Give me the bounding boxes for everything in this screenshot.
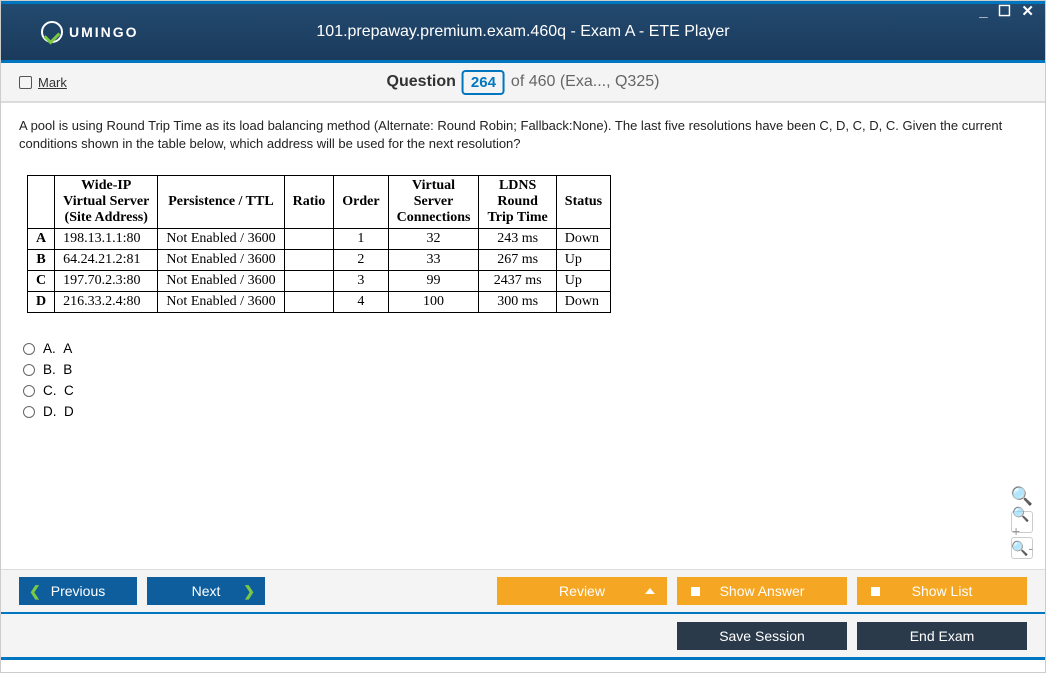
footer-nav: ❮ Previous Next ❯ Review Show Answer Sho… bbox=[1, 569, 1045, 614]
answer-letter: B. bbox=[43, 362, 63, 377]
th-addr: Wide-IPVirtual Server(Site Address) bbox=[55, 176, 158, 229]
review-button[interactable]: Review bbox=[497, 577, 667, 605]
show-list-label: Show List bbox=[912, 583, 973, 599]
zoom-in-icon[interactable]: 🔍+ bbox=[1011, 511, 1033, 533]
triangle-up-icon bbox=[645, 588, 655, 594]
question-text: A pool is using Round Trip Time as its l… bbox=[19, 117, 1027, 153]
square-icon bbox=[691, 587, 700, 596]
th-rtt: LDNSRoundTrip Time bbox=[479, 176, 556, 229]
zoom-out-icon[interactable]: 🔍- bbox=[1011, 537, 1033, 559]
app-title: 101.prepaway.premium.exam.460q - Exam A … bbox=[316, 23, 729, 41]
answer-option[interactable]: D. D bbox=[23, 404, 1027, 419]
table-row: A198.13.1.1:80Not Enabled / 3600132243 m… bbox=[28, 229, 611, 250]
answer-text: B bbox=[63, 362, 72, 377]
table-row: B64.24.21.2:81Not Enabled / 3600233267 m… bbox=[28, 250, 611, 271]
title-bar: _ ☐ ✕ UMINGO 101.prepaway.premium.exam.4… bbox=[1, 1, 1045, 63]
answer-text: D bbox=[64, 404, 74, 419]
mark-label[interactable]: Mark bbox=[38, 75, 67, 90]
next-label: Next bbox=[192, 583, 221, 599]
next-button[interactable]: Next ❯ bbox=[147, 577, 265, 605]
footer-session: Save Session End Exam bbox=[1, 614, 1045, 660]
save-session-button[interactable]: Save Session bbox=[677, 622, 847, 650]
th-order: Order bbox=[334, 176, 388, 229]
search-icon[interactable]: 🔍 bbox=[1011, 485, 1033, 507]
answer-text: A bbox=[63, 341, 72, 356]
chevron-left-icon: ❮ bbox=[29, 583, 41, 600]
answer-option[interactable]: C. C bbox=[23, 383, 1027, 398]
show-answer-button[interactable]: Show Answer bbox=[677, 577, 847, 605]
answer-letter: A. bbox=[43, 341, 63, 356]
review-label: Review bbox=[559, 583, 605, 599]
question-word: Question bbox=[387, 73, 456, 91]
logo-text: UMINGO bbox=[69, 24, 139, 40]
table-row: D216.33.2.4:80Not Enabled / 36004100300 … bbox=[28, 292, 611, 313]
question-header: Mark Question 264 of 460 (Exa..., Q325) bbox=[1, 63, 1045, 103]
data-table: Wide-IPVirtual Server(Site Address) Pers… bbox=[27, 175, 611, 313]
logo: UMINGO bbox=[41, 21, 139, 43]
radio-icon[interactable] bbox=[23, 406, 35, 418]
chevron-right-icon: ❯ bbox=[243, 583, 255, 600]
window-controls[interactable]: _ ☐ ✕ bbox=[979, 2, 1037, 20]
th-status: Status bbox=[556, 176, 610, 229]
th-conn: VirtualServerConnections bbox=[388, 176, 479, 229]
mark-checkbox[interactable] bbox=[19, 76, 32, 89]
radio-icon[interactable] bbox=[23, 343, 35, 355]
question-number-box[interactable]: 264 bbox=[462, 70, 505, 95]
question-of-text: of 460 (Exa..., Q325) bbox=[511, 73, 660, 91]
square-icon bbox=[871, 587, 880, 596]
answer-letter: C. bbox=[43, 383, 64, 398]
radio-icon[interactable] bbox=[23, 364, 35, 376]
answer-list: A. AB. BC. CD. D bbox=[23, 341, 1027, 419]
content-area: A pool is using Round Trip Time as its l… bbox=[1, 103, 1045, 569]
show-answer-label: Show Answer bbox=[720, 583, 805, 599]
table-header-row: Wide-IPVirtual Server(Site Address) Pers… bbox=[28, 176, 611, 229]
zoom-controls: 🔍 🔍+ 🔍- bbox=[1011, 485, 1033, 559]
answer-option[interactable]: A. A bbox=[23, 341, 1027, 356]
radio-icon[interactable] bbox=[23, 385, 35, 397]
answer-option[interactable]: B. B bbox=[23, 362, 1027, 377]
th-pers: Persistence / TTL bbox=[158, 176, 284, 229]
answer-text: C bbox=[64, 383, 74, 398]
end-exam-button[interactable]: End Exam bbox=[857, 622, 1027, 650]
th-blank bbox=[28, 176, 55, 229]
answer-letter: D. bbox=[43, 404, 64, 419]
previous-label: Previous bbox=[51, 583, 105, 599]
th-ratio: Ratio bbox=[284, 176, 334, 229]
logo-check-icon bbox=[41, 21, 63, 43]
question-position: Question 264 of 460 (Exa..., Q325) bbox=[387, 70, 660, 95]
table-row: C197.70.2.3:80Not Enabled / 36003992437 … bbox=[28, 271, 611, 292]
previous-button[interactable]: ❮ Previous bbox=[19, 577, 137, 605]
show-list-button[interactable]: Show List bbox=[857, 577, 1027, 605]
